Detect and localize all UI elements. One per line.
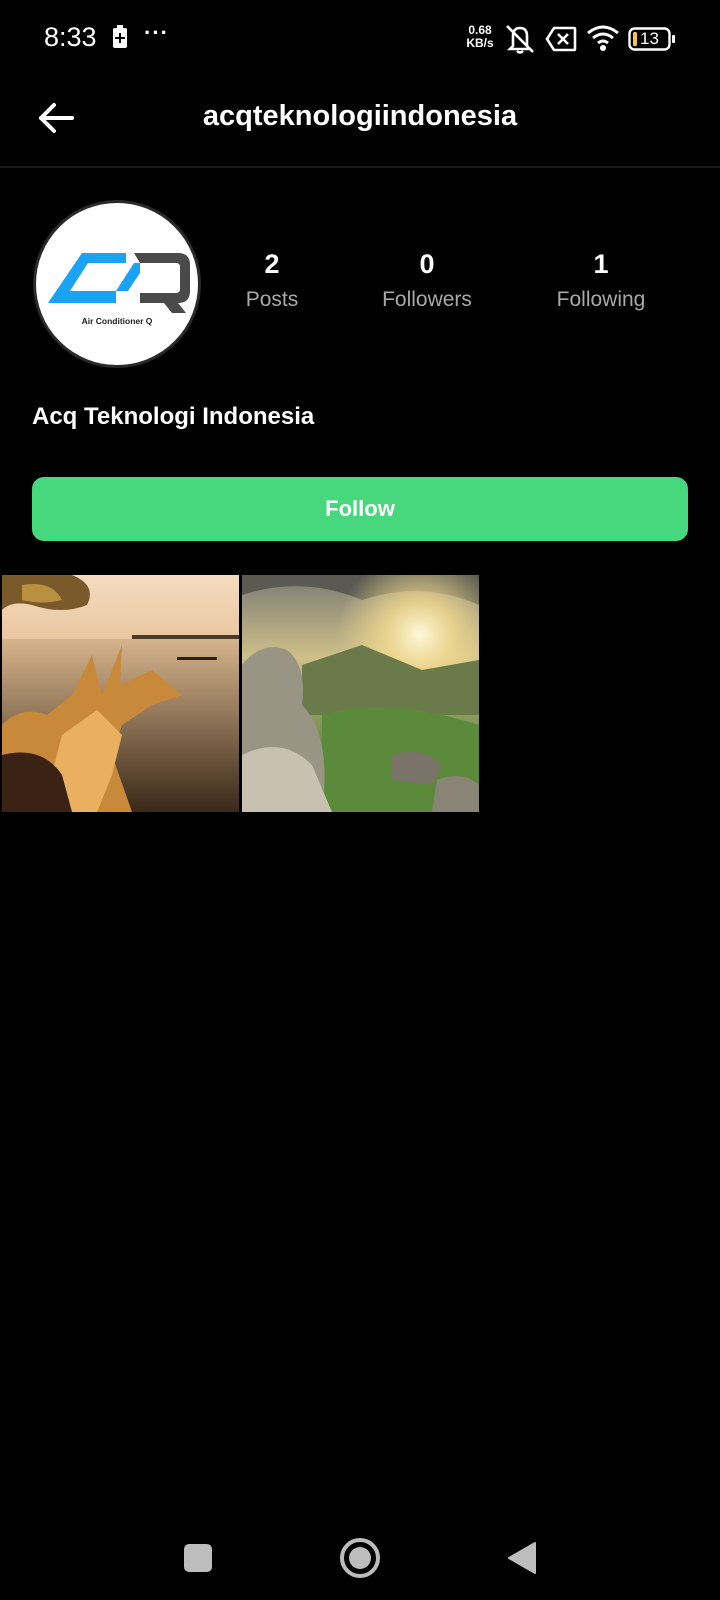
- posts-count: 2: [264, 249, 280, 279]
- stat-following[interactable]: 1 Following: [511, 246, 691, 312]
- net-speed: 0.68 KB/s: [462, 24, 498, 50]
- recents-square-icon: [183, 1543, 213, 1578]
- battery-saver-icon: [111, 24, 129, 55]
- following-count: 1: [593, 249, 609, 279]
- net-speed-unit: KB/s: [466, 36, 494, 50]
- home-button[interactable]: [330, 1530, 390, 1590]
- top-app-bar: acqteknologiindonesia: [0, 78, 720, 168]
- avatar-caption: Air Conditioner Q: [82, 316, 153, 326]
- more-icon: ···: [144, 20, 169, 45]
- page-title: acqteknologiindonesia: [202, 100, 518, 132]
- status-time: 8:33: [44, 22, 97, 52]
- post-tile[interactable]: [242, 575, 479, 812]
- wifi-icon: [586, 24, 620, 57]
- followers-count: 0: [419, 249, 435, 279]
- battery-level: 13: [640, 29, 659, 48]
- system-nav-bar: [0, 1510, 720, 1600]
- acq-logo: Air Conditioner Q: [48, 253, 190, 326]
- recents-button[interactable]: [168, 1530, 228, 1590]
- followers-label: Followers: [382, 288, 472, 311]
- back-triangle-icon: [507, 1541, 537, 1580]
- post-image-tree-lake: [2, 575, 239, 812]
- following-label: Following: [556, 288, 646, 311]
- stat-followers[interactable]: 0 Followers: [337, 246, 517, 312]
- back-nav-button[interactable]: [492, 1530, 552, 1590]
- battery-icon: 13: [628, 26, 676, 52]
- avatar[interactable]: Air Conditioner Q: [33, 200, 201, 368]
- mute-icon: [503, 22, 537, 59]
- status-bar: 8:33 ··· 0.68 KB/s 13: [0, 0, 720, 78]
- no-sim-icon: [545, 26, 577, 57]
- posts-label: Posts: [245, 288, 299, 311]
- post-image-mountain-sunrise: [242, 575, 479, 812]
- post-tile[interactable]: [2, 575, 239, 812]
- home-circle-icon: [339, 1537, 381, 1584]
- stat-posts[interactable]: 2 Posts: [182, 246, 362, 312]
- follow-button[interactable]: Follow: [32, 477, 688, 541]
- display-name: Acq Teknologi Indonesia: [32, 403, 315, 430]
